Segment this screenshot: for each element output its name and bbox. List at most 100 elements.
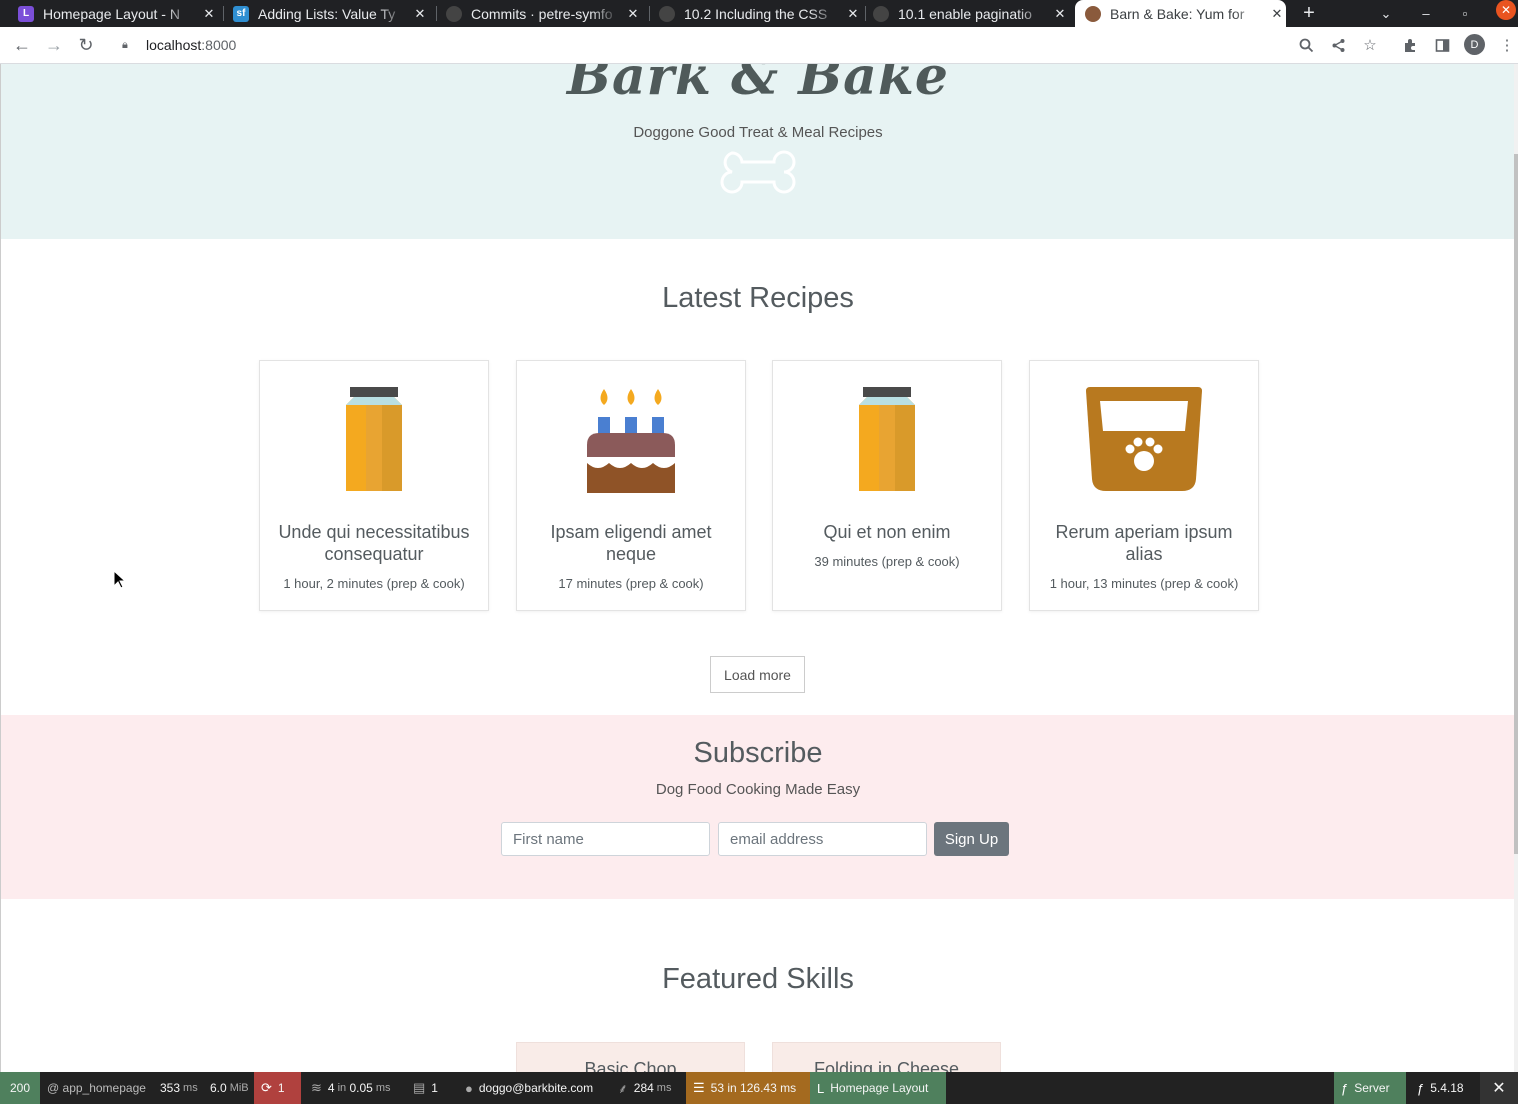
status-code-badge[interactable]: 200	[0, 1072, 40, 1104]
profile-avatar[interactable]: D	[1464, 34, 1485, 55]
dog-bowl-icon	[1030, 387, 1258, 497]
recipe-card[interactable]: Rerum aperiam ipsum alias 1 hour, 13 min…	[1029, 360, 1259, 611]
jar-icon	[260, 387, 488, 497]
tab-title: Barn & Bake: Yum for	[1110, 5, 1245, 22]
subscribe-section: Subscribe Dog Food Cooking Made Easy Fir…	[1, 715, 1515, 899]
symfony-version[interactable]: ƒ 5.4.18	[1410, 1072, 1471, 1104]
recipe-title[interactable]: Qui et non enim	[783, 521, 991, 543]
github-icon	[659, 5, 675, 22]
jar-icon	[773, 387, 1001, 497]
close-tab-icon[interactable]: ✕	[1268, 6, 1286, 22]
scrollbar[interactable]	[1514, 64, 1518, 1072]
share-icon[interactable]	[1326, 33, 1350, 57]
latest-recipes-title: Latest Recipes	[662, 282, 854, 314]
forward-icon[interactable]: →	[42, 33, 66, 57]
browser-tab-3[interactable]: Commits · petre-symfo ✕	[446, 0, 642, 27]
request-time[interactable]: 353 ms	[153, 1072, 205, 1104]
sign-up-button[interactable]: Sign Up	[934, 822, 1009, 856]
recipe-card[interactable]: Qui et non enim 39 minutes (prep & cook)	[772, 360, 1002, 611]
refresh-icon: ⟳	[261, 1080, 272, 1095]
server-panel[interactable]: ƒ Server	[1334, 1072, 1406, 1104]
recipe-time: 17 minutes (prep & cook)	[558, 576, 704, 591]
new-tab-button[interactable]: +	[1297, 0, 1321, 27]
subscribe-subtitle: Dog Food Cooking Made Easy	[655, 781, 861, 798]
layers-icon: ≋	[311, 1080, 322, 1095]
tab-separator	[649, 6, 650, 21]
database-icon: ☰	[693, 1080, 705, 1095]
translation-panel[interactable]: ▤ 1	[406, 1072, 445, 1104]
email-field[interactable]: email address	[718, 822, 927, 856]
translation-icon: ▤	[413, 1080, 426, 1095]
browser-tab-1[interactable]: L Homepage Layout - N ✕	[18, 0, 218, 27]
init-time-panel[interactable]: ⸙ 284 ms	[611, 1072, 678, 1104]
browser-tab-2[interactable]: sf Adding Lists: Value Ty ✕	[233, 0, 429, 27]
errors-badge[interactable]: ⟳ 1	[254, 1072, 301, 1104]
tab-title: Homepage Layout - N	[43, 5, 180, 22]
browser-tab-4[interactable]: 10.2 Including the CSS ✕	[659, 0, 862, 27]
browser-tab-active[interactable]: Barn & Bake: Yum for ✕	[1075, 0, 1286, 27]
hero-header: Bark & Bake Doggone Good Treat & Meal Re…	[1, 64, 1515, 239]
security-panel[interactable]: ● doggo@barkbite.com	[458, 1072, 600, 1104]
recipe-title[interactable]: Ipsam eligendi amet neque	[527, 521, 735, 565]
symfonycasts-icon: sf	[233, 5, 249, 22]
globe-icon	[873, 5, 889, 22]
tab-separator	[436, 6, 437, 21]
mouse-cursor-icon	[113, 570, 125, 589]
site-tagline: Doggone Good Treat & Meal Recipes	[633, 124, 883, 141]
reload-icon[interactable]: ↻	[74, 33, 98, 57]
github-icon	[446, 5, 462, 22]
close-tab-icon[interactable]: ✕	[844, 6, 862, 22]
skill-card[interactable]: Basic Chop	[516, 1042, 745, 1072]
browser-tab-strip: L Homepage Layout - N ✕ sf Adding Lists:…	[0, 0, 1518, 27]
first-name-field[interactable]: First name	[501, 822, 710, 856]
browser-toolbar: ← → ↻ 🔒︎ localhost:8000 ☆ ⋮	[0, 27, 1518, 64]
symfony-debug-toolbar: 200 @ app_homepage 353 ms 6.0 MiB ⟳ 1 ≋ 4 in …	[0, 1072, 1518, 1104]
tab-separator	[223, 6, 224, 21]
recipe-card[interactable]: Ipsam eligendi amet neque 17 minutes (pr…	[516, 360, 746, 611]
close-tab-icon[interactable]: ✕	[200, 6, 218, 22]
cake-icon	[517, 387, 745, 497]
tab-search-icon[interactable]: ⌄	[1375, 0, 1397, 27]
url-text: localhost:8000	[146, 37, 237, 53]
tab-title: 10.1 enable paginatio	[898, 5, 1032, 22]
subscribe-title: Subscribe	[693, 737, 823, 769]
recipe-title[interactable]: Unde qui necessitatibus consequatur	[270, 521, 478, 565]
bone-icon	[720, 150, 796, 194]
browser-tab-5[interactable]: 10.1 enable paginatio ✕	[873, 0, 1069, 27]
load-more-button[interactable]: Load more	[710, 656, 805, 693]
side-panel-icon[interactable]	[1430, 33, 1454, 57]
close-toolbar-icon[interactable]: ✕	[1480, 1072, 1518, 1104]
recipe-time: 39 minutes (prep & cook)	[814, 554, 960, 569]
restore-icon[interactable]: ▫	[1454, 0, 1476, 27]
skill-card[interactable]: Folding in Cheese	[772, 1042, 1001, 1072]
menu-icon[interactable]: ⋮	[1495, 33, 1518, 57]
window-close-icon[interactable]: ✕	[1496, 0, 1516, 20]
close-tab-icon[interactable]: ✕	[624, 6, 642, 22]
database-panel[interactable]: ☰ 53 in 126.43 ms	[686, 1072, 810, 1104]
recipe-time: 1 hour, 13 minutes (prep & cook)	[1049, 576, 1239, 591]
notion-icon: L	[817, 1080, 825, 1096]
minimize-icon[interactable]: –	[1415, 0, 1437, 27]
recipe-title[interactable]: Rerum aperiam ipsum alias	[1040, 521, 1248, 565]
tab-separator	[865, 6, 866, 21]
leaf-icon: ⸙	[618, 1081, 628, 1096]
close-tab-icon[interactable]: ✕	[1051, 6, 1069, 22]
symfony-icon: ƒ	[1417, 1080, 1425, 1096]
memory-usage[interactable]: 6.0 MiB	[203, 1072, 256, 1104]
close-tab-icon[interactable]: ✕	[411, 6, 429, 22]
recipe-card[interactable]: Unde qui necessitatibus consequatur 1 ho…	[259, 360, 489, 611]
featured-skills-title: Featured Skills	[662, 963, 854, 995]
route-name[interactable]: @ app_homepage	[40, 1072, 153, 1104]
recipe-time: 1 hour, 2 minutes (prep & cook)	[283, 576, 465, 591]
tab-title: Commits · petre-symfo	[471, 5, 613, 22]
notion-layout-panel[interactable]: L Homepage Layout	[810, 1072, 946, 1104]
site-brand[interactable]: Bark & Bake	[1, 64, 1515, 107]
bookmark-star-icon[interactable]: ☆	[1358, 33, 1382, 57]
address-bar[interactable]: 🔒︎ localhost:8000	[110, 31, 1390, 59]
back-icon[interactable]: ←	[10, 33, 34, 57]
scrollbar-thumb[interactable]	[1514, 154, 1518, 854]
twig-panel[interactable]: ≋ 4 in 0.05 ms	[304, 1072, 398, 1104]
user-icon: ●	[465, 1080, 473, 1096]
zoom-icon[interactable]	[1294, 33, 1318, 57]
extensions-icon[interactable]	[1398, 33, 1422, 57]
